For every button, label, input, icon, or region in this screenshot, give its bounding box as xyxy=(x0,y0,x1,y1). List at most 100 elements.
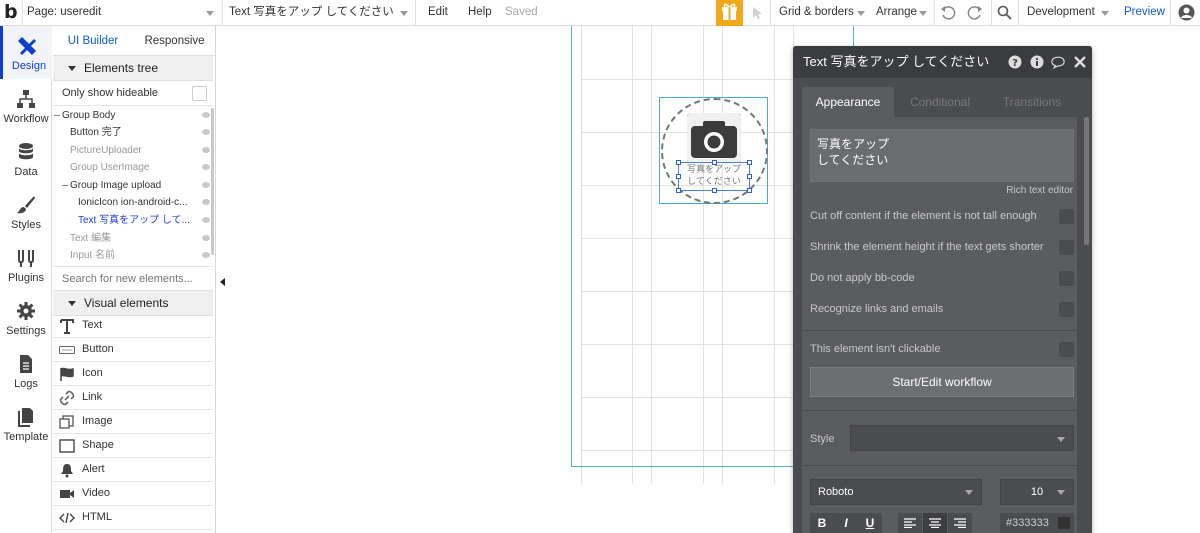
rich-text-editor-link[interactable]: Rich text editor xyxy=(1006,185,1073,196)
search-elements-input[interactable]: Search for new elements... xyxy=(53,266,213,291)
tab-ui-builder[interactable]: UI Builder xyxy=(53,26,133,56)
align-center-button[interactable] xyxy=(923,513,947,533)
collapse-panel-icon[interactable] xyxy=(220,278,225,286)
redo-icon[interactable] xyxy=(967,5,983,21)
tab-conditional[interactable]: Conditional xyxy=(894,87,986,117)
tree-scrollbar[interactable] xyxy=(211,108,214,255)
gift-button[interactable] xyxy=(716,0,743,26)
underline-button[interactable]: U xyxy=(858,513,882,533)
element-link[interactable]: Link xyxy=(53,386,213,410)
resize-handle[interactable] xyxy=(747,188,752,193)
only-hideable-checkbox[interactable] xyxy=(192,86,207,101)
cursor-icon[interactable] xyxy=(752,6,764,20)
eye-icon[interactable] xyxy=(202,164,210,170)
element-image[interactable]: Image xyxy=(53,410,213,434)
user-avatar-icon[interactable] xyxy=(1178,4,1195,21)
tree-item-button[interactable]: Button 完了 xyxy=(53,124,213,141)
element-button[interactable]: Button xyxy=(53,338,213,362)
tab-responsive[interactable]: Responsive xyxy=(133,26,216,56)
align-right-button[interactable] xyxy=(948,513,972,533)
resize-handle[interactable] xyxy=(676,160,681,165)
tab-transitions[interactable]: Transitions xyxy=(986,87,1078,117)
tree-item-input-name[interactable]: Input 名前 xyxy=(53,247,213,264)
eye-icon[interactable] xyxy=(202,147,210,153)
bold-button[interactable]: B xyxy=(810,513,834,533)
element-html[interactable]: HTML xyxy=(53,506,213,530)
rail-logs[interactable]: Logs xyxy=(0,344,52,397)
rail-data[interactable]: Data xyxy=(0,132,52,185)
rail-template[interactable]: Template xyxy=(0,397,52,450)
property-editor-title: Text 写真をアップ してください xyxy=(803,54,990,69)
rail-settings[interactable]: Settings xyxy=(0,291,52,344)
comment-icon[interactable] xyxy=(1051,55,1065,69)
eye-icon[interactable] xyxy=(202,252,210,258)
font-family-dropdown[interactable]: Roboto xyxy=(810,479,982,505)
help-icon[interactable]: ? xyxy=(1008,55,1022,69)
element-alert[interactable]: Alert xyxy=(53,458,213,482)
element-video[interactable]: Video xyxy=(53,482,213,506)
resize-handle[interactable] xyxy=(676,174,681,179)
info-icon[interactable] xyxy=(1030,55,1044,69)
option-checkbox[interactable] xyxy=(1059,209,1074,224)
tab-appearance[interactable]: Appearance xyxy=(802,87,894,117)
tree-item-text-edit[interactable]: Text 編集 xyxy=(53,230,213,247)
option-checkbox[interactable] xyxy=(1059,271,1074,286)
undo-icon[interactable] xyxy=(940,5,956,21)
bubble-logo[interactable]: b xyxy=(4,1,18,23)
property-editor-header[interactable]: Text 写真をアップ してください ? xyxy=(793,46,1092,78)
option-checkbox[interactable] xyxy=(1059,342,1074,357)
search-icon[interactable] xyxy=(997,5,1012,20)
rail-workflow[interactable]: Workflow xyxy=(0,79,52,132)
tree-item-group-image-upload[interactable]: Group Image upload xyxy=(53,177,213,194)
option-checkbox[interactable] xyxy=(1059,240,1074,255)
eye-icon[interactable] xyxy=(202,235,210,241)
close-icon[interactable] xyxy=(1074,56,1086,68)
element-selector[interactable]: Text 写真をアップ してください xyxy=(229,0,409,26)
align-left-button[interactable] xyxy=(898,513,922,533)
resize-handle[interactable] xyxy=(747,160,752,165)
upload-text[interactable]: 写真をアップ してください xyxy=(676,160,752,193)
style-dropdown[interactable] xyxy=(850,425,1074,451)
rail-design[interactable]: Design xyxy=(0,26,52,79)
group-image-upload[interactable]: 写真をアップ してください xyxy=(659,97,768,204)
font-size-dropdown[interactable]: 10 xyxy=(1000,479,1074,505)
elements-tree-header[interactable]: Elements tree xyxy=(53,56,213,81)
help-menu[interactable]: Help xyxy=(468,0,492,26)
preview-button[interactable]: Preview xyxy=(1124,0,1165,26)
text-content-field[interactable]: 写真をアップ してください xyxy=(810,129,1074,182)
resize-handle[interactable] xyxy=(712,160,717,165)
eye-icon[interactable] xyxy=(202,199,210,205)
tree-item-group-userimage[interactable]: Group UserImage xyxy=(53,159,213,176)
start-edit-workflow-button[interactable]: Start/Edit workflow xyxy=(810,367,1074,397)
eye-icon[interactable] xyxy=(202,129,210,135)
resize-handle[interactable] xyxy=(676,188,681,193)
tree-item-text-upload[interactable]: Text 写真をアップ して... xyxy=(53,212,213,229)
rail-plugins[interactable]: Plugins xyxy=(0,238,52,291)
camera-icon[interactable] xyxy=(687,113,741,163)
resize-handle[interactable] xyxy=(712,188,717,193)
environment-selector[interactable]: Development xyxy=(1027,0,1111,26)
eye-icon[interactable] xyxy=(202,112,210,118)
tree-item-group-body[interactable]: Group Body xyxy=(53,107,213,124)
editor-scrollbar[interactable] xyxy=(1084,117,1089,245)
element-icon[interactable]: Icon xyxy=(53,362,213,386)
eye-icon[interactable] xyxy=(202,182,210,188)
italic-button[interactable]: I xyxy=(834,513,858,533)
element-label: Alert xyxy=(82,463,105,475)
edit-menu[interactable]: Edit xyxy=(428,0,448,26)
rail-styles[interactable]: Styles xyxy=(0,185,52,238)
visual-elements-header[interactable]: Visual elements xyxy=(53,291,213,316)
color-swatch[interactable] xyxy=(1058,517,1070,529)
page-selector[interactable]: Page: useredit xyxy=(27,0,217,26)
element-shape[interactable]: Shape xyxy=(53,434,213,458)
resize-handle[interactable] xyxy=(747,174,752,179)
option-checkbox[interactable] xyxy=(1059,302,1074,317)
eye-icon[interactable] xyxy=(202,217,210,223)
arrange-menu[interactable]: Arrange xyxy=(876,0,930,26)
option-not-clickable: This element isn't clickable xyxy=(810,339,1074,359)
font-color-field[interactable]: #333333 xyxy=(1000,513,1074,533)
tree-item-picture-uploader[interactable]: PictureUploader xyxy=(53,142,213,159)
grid-borders-menu[interactable]: Grid & borders xyxy=(779,0,867,26)
element-text[interactable]: Text xyxy=(53,314,213,338)
tree-item-ionicicon[interactable]: IonicIcon ion-android-c... xyxy=(53,194,213,211)
